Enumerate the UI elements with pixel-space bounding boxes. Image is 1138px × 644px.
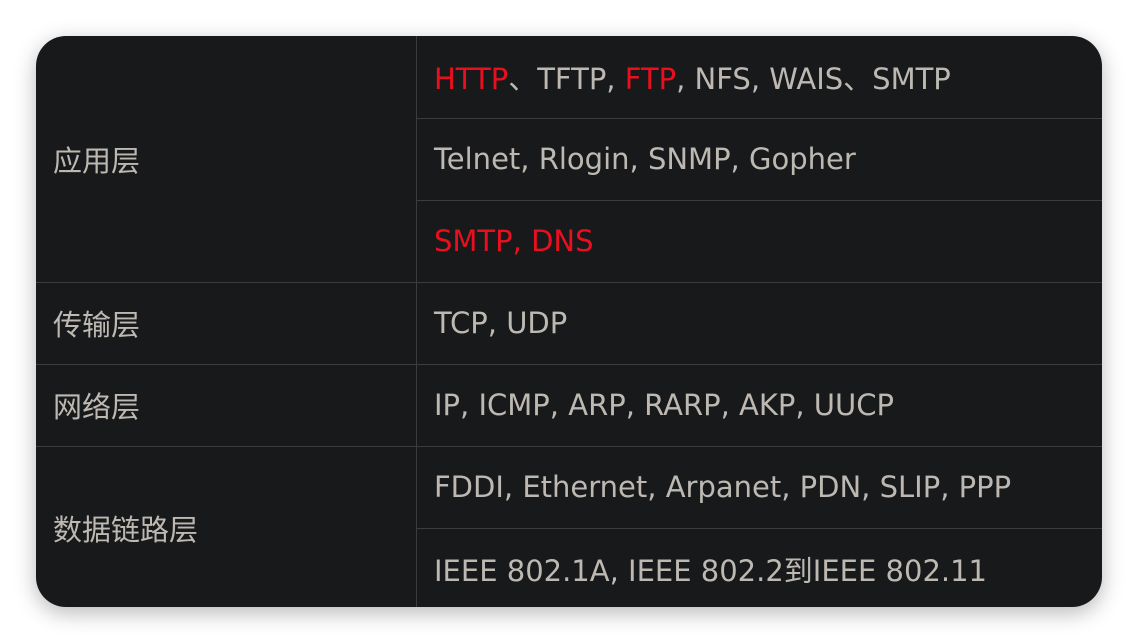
table-row: 传输层 TCP, UDP [36, 281, 1102, 365]
table-row: 应用层 HTTP、TFTP, FTP, NFS, WAIS、SMTP [36, 36, 1102, 283]
protocol-table-body: 应用层 HTTP、TFTP, FTP, NFS, WAIS、SMTP Telnet,… [36, 36, 1102, 607]
protocol-text: IP, ICMP, ARP, RARP, AKP, UUCP [434, 388, 894, 422]
highlighted-protocol-text: HTTP [434, 61, 509, 96]
table-row: 网络层 IP, ICMP, ARP, RARP, AKP, UUCP [36, 363, 1102, 447]
protocol-text: IEEE 802.1A, IEEE 802.2到IEEE 802.11 [434, 554, 988, 589]
protocol-list-cell: IP, ICMP, ARP, RARP, AKP, UUCP [416, 363, 1102, 447]
protocol-text: Telnet, Rlogin, SNMP, Gopher [434, 142, 856, 176]
protocol-text: TCP, UDP [434, 306, 568, 340]
protocol-text: 、TFTP, [508, 61, 625, 96]
layer-name-cell: 网络层 [36, 363, 417, 447]
highlighted-protocol-text: FTP [624, 61, 677, 96]
protocol-list-cell: FDDI, Ethernet, Arpanet, PDN, SLIP, PPP [416, 445, 1102, 529]
protocol-list-cell: SMTP, DNS [416, 199, 1102, 283]
protocol-text: FDDI, Ethernet, Arpanet, PDN, SLIP, PPP [434, 470, 1012, 504]
layer-name-cell: 应用层 [36, 36, 417, 283]
protocol-list-cell: IEEE 802.1A, IEEE 802.2到IEEE 802.11 [416, 527, 1102, 607]
protocol-list-cell: HTTP、TFTP, FTP, NFS, WAIS、SMTP [416, 36, 1102, 119]
protocol-list-cell: Telnet, Rlogin, SNMP, Gopher [416, 117, 1102, 201]
protocol-layer-table: 应用层 HTTP、TFTP, FTP, NFS, WAIS、SMTP Telnet,… [36, 36, 1102, 607]
protocol-list-cell: TCP, UDP [416, 281, 1102, 365]
protocol-text: , NFS, WAIS、SMTP [676, 61, 951, 96]
highlighted-protocol-text: SMTP, DNS [434, 224, 594, 258]
protocol-table-card: 应用层 HTTP、TFTP, FTP, NFS, WAIS、SMTP Telnet,… [36, 36, 1102, 607]
layer-name-cell: 数据链路层 [36, 445, 417, 607]
table-row: 数据链路层 FDDI, Ethernet, Arpanet, PDN, SLIP,… [36, 445, 1102, 607]
layer-name-cell: 传输层 [36, 281, 417, 365]
